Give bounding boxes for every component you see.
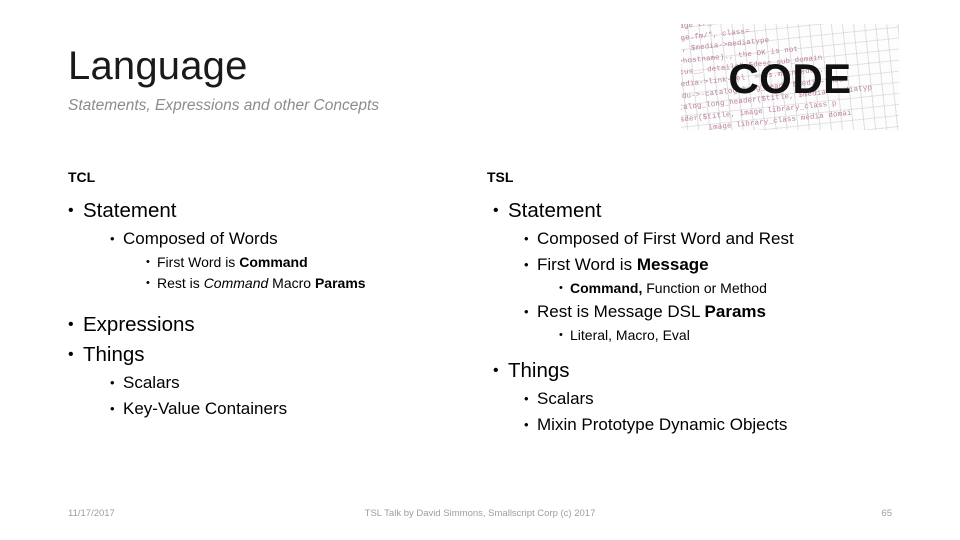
bullet-item: • Things: [493, 356, 899, 386]
bullet-text-run: First Word is: [157, 254, 240, 270]
bullet-item: • Rest is Message DSL Params: [524, 299, 899, 325]
bullet-text: Composed of First Word and Rest: [537, 229, 794, 248]
bullet-glyph-icon: •: [146, 277, 150, 289]
bullet-text-run: Rest is Message DSL: [537, 302, 705, 321]
bullet-text: Scalars: [537, 389, 594, 408]
bullet-glyph-icon: •: [110, 375, 115, 390]
bullet-item: • Composed of Words: [110, 226, 468, 252]
bullet-text-run: Params: [314, 275, 366, 291]
bullet-item: • Scalars: [110, 370, 468, 396]
bullet-text: Statement: [508, 199, 602, 222]
bullet-text-run: Function or Method: [642, 280, 767, 296]
bullet-text-run: First Word is: [537, 255, 637, 274]
bullet-text-run: Macro: [268, 275, 315, 291]
bullet-glyph-icon: •: [493, 362, 499, 379]
bullet-text: Statement: [83, 199, 177, 222]
bullet-text: First Word is Command: [157, 252, 308, 273]
bullet-glyph-icon: •: [110, 401, 115, 416]
bullet-glyph-icon: •: [524, 391, 529, 406]
bullet-text-run: Params: [704, 302, 766, 321]
bullet-item: • Statement: [493, 196, 899, 226]
bullet-item: • First Word is Command: [146, 252, 468, 273]
bullet-text: Literal, Macro, Eval: [570, 327, 690, 343]
bullet-text: Things: [508, 359, 570, 382]
bullet-list-tsl: • Statement • Composed of First Word and Re…: [487, 196, 899, 438]
bullet-item: • Mixin Prototype Dynamic Objects: [524, 412, 899, 438]
bullet-text: Key-Value Containers: [123, 399, 288, 418]
column-header-tcl: TCL: [68, 169, 96, 185]
bullet-item: • Things: [68, 340, 468, 370]
bullet-glyph-icon: •: [68, 202, 74, 219]
code-collage-image: , new image tr_ ctp://page.fm/", class= …: [681, 24, 899, 130]
bullet-text-run: Command: [239, 254, 308, 270]
code-image-word: CODE: [728, 55, 852, 102]
slide-canvas: Language Statements, Expressions and oth…: [0, 0, 960, 540]
bullet-text: Expressions: [83, 313, 195, 336]
bullet-text: Composed of Words: [123, 229, 278, 248]
bullet-glyph-icon: •: [559, 282, 563, 294]
bullet-text-run: Command,: [570, 280, 643, 296]
page-title: Language: [68, 44, 248, 88]
bullet-text-run: Command: [203, 275, 269, 291]
bullet-glyph-icon: •: [559, 329, 563, 341]
bullet-item: • First Word is Message: [524, 252, 899, 278]
bullet-glyph-icon: •: [493, 202, 499, 219]
bullet-glyph-icon: •: [524, 417, 529, 432]
page-subtitle: Statements, Expressions and other Concep…: [68, 97, 380, 114]
bullet-glyph-icon: •: [146, 256, 150, 268]
bullet-item: • Composed of First Word and Rest: [524, 226, 899, 252]
bullet-text: Rest is Message DSL Params: [537, 299, 766, 325]
bullet-text: Things: [83, 343, 145, 366]
title-block: Language Statements, Expressions and oth…: [68, 44, 628, 116]
bullet-text-run: Message: [636, 255, 709, 274]
bullet-glyph-icon: •: [524, 304, 529, 319]
bullet-item: • Literal, Macro, Eval: [559, 325, 899, 346]
bullet-glyph-icon: •: [68, 346, 74, 363]
bullet-list-tcl: • Statement • Composed of Words • First Word …: [68, 196, 468, 422]
bullet-glyph-icon: •: [68, 316, 74, 333]
bullet-item: • Command, Function or Method: [559, 278, 899, 299]
column-tsl: TSL • Statement • Composed of First Word an…: [487, 168, 899, 438]
bullet-item: • Expressions: [68, 310, 468, 340]
bullet-text: Command, Function or Method: [570, 278, 767, 299]
bullet-text-run: Rest is: [157, 275, 204, 291]
bullet-glyph-icon: •: [524, 231, 529, 246]
bullet-item: • Rest is Command Macro Params: [146, 273, 468, 294]
bullet-text: Mixin Prototype Dynamic Objects: [537, 415, 788, 434]
bullet-item: • Scalars: [524, 386, 899, 412]
bullet-text: First Word is Message: [537, 252, 709, 278]
bullet-text: Rest is Command Macro Params: [157, 273, 366, 294]
footer-attribution: TSL Talk by David Simmons, Smallscript C…: [364, 508, 596, 519]
bullet-glyph-icon: •: [110, 231, 115, 246]
bullet-item: • Key-Value Containers: [110, 396, 468, 422]
footer-page-number: 65: [881, 508, 892, 519]
bullet-glyph-icon: •: [524, 257, 529, 272]
column-tcl: TCL • Statement • Composed of Words • First W…: [68, 168, 468, 422]
bullet-item: • Statement: [68, 196, 468, 226]
column-header-tsl: TSL: [487, 169, 514, 185]
bullet-text: Scalars: [123, 373, 180, 392]
slide-footer: 11/17/2017 TSL Talk by David Simmons, Sm…: [0, 505, 960, 527]
